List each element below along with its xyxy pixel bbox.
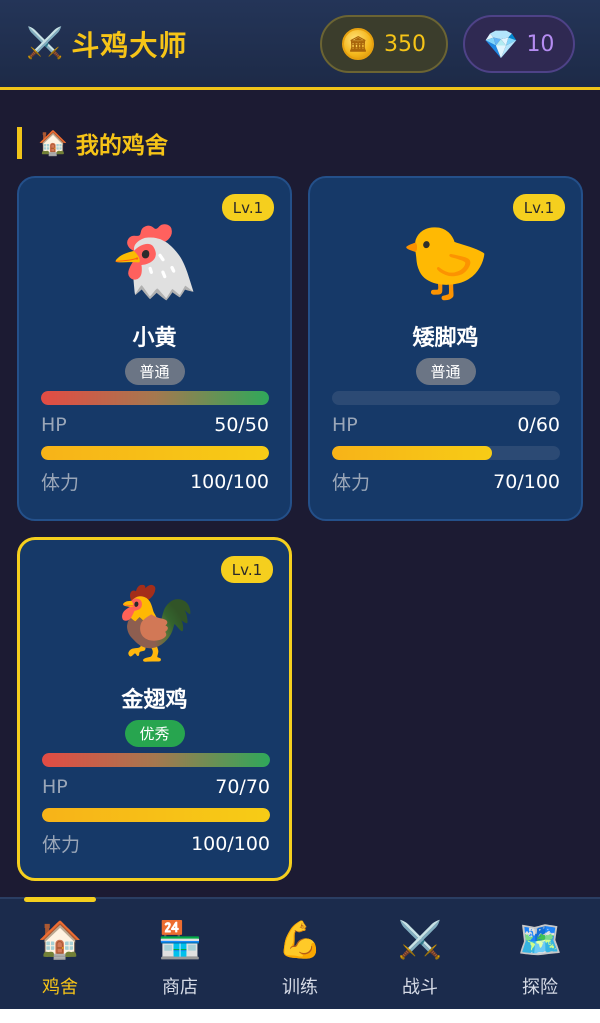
hp-row: HP 70/70: [42, 776, 270, 798]
stamina-value: 100/100: [191, 832, 270, 855]
stamina-label: 体力: [42, 834, 81, 856]
coin-count: 350: [384, 31, 426, 57]
chicken-card[interactable]: Lv.1 🐔 小黄 普通 HP 50/50 体力 100/100: [17, 176, 292, 521]
hp-bar-fill: [42, 753, 270, 767]
house-icon: 🏠: [38, 129, 68, 157]
app-title: ⚔️ 斗鸡大师: [26, 24, 187, 64]
app-header: ⚔️ 斗鸡大师 🏛 350 💎 10: [0, 0, 600, 90]
diamond-icon: 💎: [483, 27, 519, 61]
bottom-nav: 🏠 鸡舍 🏪 商店 💪 训练 ⚔️ 战斗 🗺️ 探险: [0, 897, 600, 1009]
chicken-name: 金翅鸡: [121, 688, 188, 713]
chicken-name: 小黄: [132, 326, 177, 351]
gem-count: 10: [526, 31, 555, 57]
hp-bar: [332, 391, 560, 405]
rarity-badge: 普通: [124, 358, 185, 385]
nav-item-training[interactable]: 💪 训练: [240, 899, 360, 1009]
section-title-text: 我的鸡舍: [75, 133, 168, 159]
hp-bar: [41, 391, 269, 405]
hp-bar: [42, 753, 270, 767]
map-icon: 🗺️: [517, 920, 563, 961]
nav-label: 探险: [522, 977, 558, 998]
nav-label: 鸡舍: [42, 977, 78, 998]
nav-item-shop[interactable]: 🏪 商店: [120, 899, 240, 1009]
hp-row: HP 0/60: [332, 414, 560, 436]
chicken-avatar-icon: 🐔: [109, 219, 200, 303]
hp-label: HP: [42, 776, 68, 798]
stamina-bar: [42, 808, 270, 822]
nav-item-explore[interactable]: 🗺️ 探险: [480, 899, 600, 1009]
hp-value: 70/70: [215, 776, 270, 798]
gem-balance[interactable]: 💎 10: [463, 15, 575, 73]
stamina-bar: [332, 446, 560, 460]
stamina-row: 体力 100/100: [41, 468, 269, 495]
nav-label: 战斗: [402, 977, 438, 998]
rooster-avatar-icon: 🐓: [109, 581, 200, 665]
hp-value: 50/50: [214, 414, 269, 436]
stamina-label: 体力: [41, 472, 80, 494]
stamina-bar-fill: [332, 446, 492, 460]
chicken-name: 矮脚鸡: [412, 326, 479, 351]
section-title: 🏠 我的鸡舍: [17, 127, 168, 159]
stamina-value: 100/100: [190, 470, 269, 493]
stamina-bar-fill: [42, 808, 270, 822]
hp-label: HP: [332, 414, 358, 436]
flexed-bicep-icon: 💪: [277, 920, 323, 961]
app-title-text: 斗鸡大师: [71, 28, 188, 62]
coin-balance[interactable]: 🏛 350: [320, 15, 448, 73]
hp-row: HP 50/50: [41, 414, 269, 436]
hp-bar-fill: [41, 391, 269, 405]
nav-item-coop[interactable]: 🏠 鸡舍: [0, 899, 120, 1009]
stamina-bar: [41, 446, 269, 460]
stamina-row: 体力 100/100: [42, 830, 270, 857]
nav-label: 训练: [282, 977, 318, 998]
crossed-swords-icon: ⚔️: [26, 26, 64, 61]
stamina-label: 体力: [332, 472, 371, 494]
crossed-swords-icon: ⚔️: [397, 920, 443, 961]
hp-value: 0/60: [517, 414, 560, 436]
bottom-safe-area: [0, 1009, 600, 1023]
nav-item-battle[interactable]: ⚔️ 战斗: [360, 899, 480, 1009]
store-icon: 🏪: [157, 920, 203, 961]
stamina-bar-fill: [41, 446, 269, 460]
stamina-value: 70/100: [493, 470, 560, 493]
chicken-card-selected[interactable]: Lv.1 🐓 金翅鸡 优秀 HP 70/70 体力 100/100: [17, 537, 292, 881]
active-tab-indicator: [24, 897, 96, 902]
rarity-badge: 优秀: [124, 720, 185, 747]
coin-icon: 🏛: [342, 28, 374, 60]
chick-avatar-icon: 🐤: [400, 219, 491, 303]
house-icon: 🏠: [37, 920, 83, 961]
hp-label: HP: [41, 414, 67, 436]
stamina-row: 体力 70/100: [332, 468, 560, 495]
chicken-card[interactable]: Lv.1 🐤 矮脚鸡 普通 HP 0/60 体力 70/100: [308, 176, 583, 521]
nav-label: 商店: [162, 977, 198, 998]
rarity-badge: 普通: [415, 358, 476, 385]
